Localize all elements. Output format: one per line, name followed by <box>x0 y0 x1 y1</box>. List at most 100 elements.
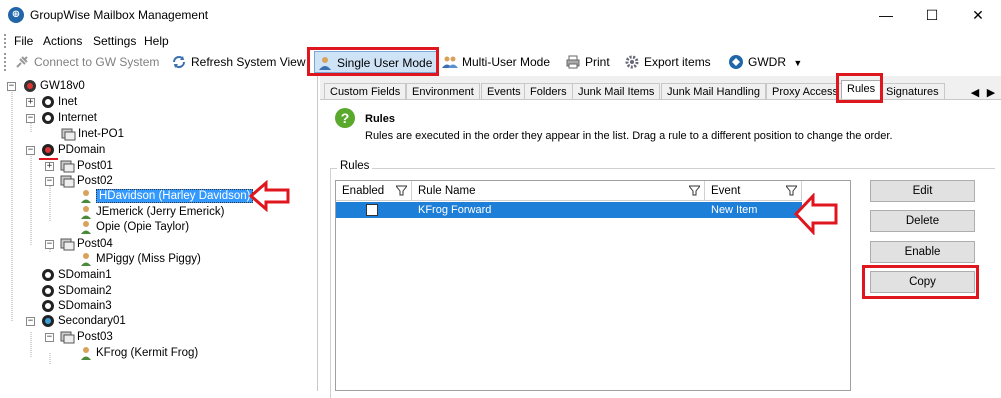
tree-node-internet[interactable]: Internet <box>40 110 97 126</box>
tree-node-inet[interactable]: Inet <box>40 94 77 110</box>
column-event[interactable]: Event <box>705 181 802 201</box>
refresh-label: Refresh System View <box>191 55 306 69</box>
expander-secondary01[interactable]: − <box>26 317 35 326</box>
tree-label: Internet <box>58 112 97 124</box>
tree-label: Inet <box>58 96 78 108</box>
tree-node-kfrog[interactable]: KFrog (Kermit Frog) <box>78 345 198 361</box>
domain-icon <box>42 285 54 297</box>
filter-icon[interactable] <box>396 185 407 196</box>
secondary-domain-icon <box>42 315 54 327</box>
user-icon <box>81 347 91 360</box>
user-icon <box>81 253 91 266</box>
tree-node-gw18v0[interactable]: GW18v0 <box>22 78 85 94</box>
tree-node-secondary01[interactable]: Secondary01 <box>40 313 126 329</box>
tree-node-post03[interactable]: Post03 <box>59 329 113 345</box>
gwdr-label: GWDR <box>748 55 786 69</box>
toolbar: Connect to GW System Refresh System View… <box>0 50 1001 74</box>
system-icon <box>24 80 36 92</box>
tree-node-jemerick[interactable]: JEmerick (Jerry Emerick) <box>78 204 224 220</box>
system-tree[interactable]: − GW18v0 + Inet − Internet Inet-PO1 − PD… <box>0 76 318 391</box>
expander-inet[interactable]: + <box>26 98 35 107</box>
tree-node-sdomain2[interactable]: SDomain2 <box>40 283 112 299</box>
enable-button[interactable]: Enable <box>870 241 975 263</box>
tree-node-pdomain[interactable]: PDomain <box>40 142 105 158</box>
filter-icon[interactable] <box>689 185 700 196</box>
edit-button[interactable]: Edit <box>870 180 975 202</box>
print-button[interactable]: Print <box>563 51 610 73</box>
expander-internet[interactable]: − <box>26 114 35 123</box>
domain-icon <box>42 300 54 312</box>
tree-label: SDomain2 <box>58 285 112 297</box>
menu-help[interactable]: Help <box>144 34 169 48</box>
tree-node-opie[interactable]: Opie (Opie Taylor) <box>78 219 189 235</box>
tree-node-sdomain3[interactable]: SDomain3 <box>40 298 112 314</box>
column-rule-name-label: Rule Name <box>418 185 476 197</box>
gwdr-button[interactable]: GWDR ▼ <box>726 51 802 73</box>
expander-pdomain[interactable]: − <box>26 146 35 155</box>
column-enabled[interactable]: Enabled <box>336 181 412 201</box>
tree-label: HDavidson (Harley Davidson) <box>96 189 254 203</box>
cell-enabled[interactable] <box>336 202 412 218</box>
connect-button[interactable]: Connect to GW System <box>12 51 159 73</box>
tree-label: Secondary01 <box>58 315 126 327</box>
tree-node-post01[interactable]: Post01 <box>59 158 113 174</box>
column-enabled-label: Enabled <box>342 185 385 197</box>
expander-post04[interactable]: − <box>45 240 54 249</box>
expander-post01[interactable]: + <box>45 162 54 171</box>
table-row[interactable]: KFrog Forward New Item <box>336 202 802 218</box>
expander-post03[interactable]: − <box>45 333 54 342</box>
tree-node-post04[interactable]: Post04 <box>59 236 113 252</box>
tree-node-post02[interactable]: Post02 <box>59 173 113 189</box>
tree-label: Opie (Opie Taylor) <box>96 221 190 233</box>
tree-label: Post03 <box>77 331 113 343</box>
domain-icon <box>42 269 54 281</box>
toolbar-grip[interactable] <box>4 53 7 71</box>
menu-actions[interactable]: Actions <box>43 34 82 48</box>
tab-scroll-left-icon[interactable]: ◀ <box>968 86 982 100</box>
tree-label: GW18v0 <box>40 80 85 92</box>
tree-node-mpiggy[interactable]: MPiggy (Miss Piggy) <box>78 251 201 267</box>
column-rule-name[interactable]: Rule Name <box>412 181 705 201</box>
refresh-button[interactable]: Refresh System View <box>169 51 306 73</box>
export-items-button[interactable]: Export items <box>622 51 711 73</box>
printer-icon <box>566 55 580 69</box>
primary-domain-icon <box>42 144 54 156</box>
dropdown-arrow-icon[interactable]: ▼ <box>793 58 802 68</box>
post-office-icon <box>60 238 75 251</box>
tab-strip: Custom Fields Environment Events Folders… <box>320 80 1001 101</box>
expander-root[interactable]: − <box>7 82 16 91</box>
print-label: Print <box>585 55 610 69</box>
post-office-icon <box>60 175 75 188</box>
tree-label: Inet-PO1 <box>78 128 125 140</box>
tree-node-sdomain1[interactable]: SDomain1 <box>40 267 112 283</box>
tree-label: SDomain1 <box>58 269 112 281</box>
post-office-icon <box>60 160 75 173</box>
export-label: Export items <box>644 55 711 69</box>
panel-title: Rules <box>365 113 395 125</box>
post-office-icon <box>60 331 75 344</box>
tree-node-hdavidson[interactable]: HDavidson (Harley Davidson) <box>78 188 254 204</box>
user-icon <box>81 206 91 219</box>
rules-grid[interactable]: Enabled Rule Name Event KFrog Forward Ne… <box>335 180 851 391</box>
expander-post02[interactable]: − <box>45 177 54 186</box>
minimize-button[interactable]: — <box>863 0 909 31</box>
menu-settings[interactable]: Settings <box>93 34 136 48</box>
tab-scroll-right-icon[interactable]: ▶ <box>984 86 998 100</box>
domain-icon <box>42 112 54 124</box>
multi-user-label: Multi-User Mode <box>462 55 551 69</box>
tree-node-inet-po1[interactable]: Inet-PO1 <box>60 126 124 142</box>
delete-button[interactable]: Delete <box>870 210 975 232</box>
panel-description: Rules are executed in the order they app… <box>365 130 893 142</box>
highlight-copy-button <box>862 265 979 299</box>
arrow-rule-row-icon <box>793 193 838 235</box>
close-button[interactable]: ✕ <box>955 0 1001 31</box>
enabled-checkbox[interactable] <box>366 204 378 216</box>
menu-file[interactable]: File <box>14 34 33 48</box>
multi-user-mode-button[interactable]: Multi-User Mode <box>440 51 550 73</box>
cell-rule-name: KFrog Forward <box>418 204 492 216</box>
connect-label: Connect to GW System <box>34 55 160 69</box>
gear-icon <box>625 55 639 69</box>
maximize-button[interactable]: ☐ <box>909 0 955 31</box>
menu-grip[interactable] <box>4 34 7 48</box>
post-office-icon <box>61 128 76 141</box>
